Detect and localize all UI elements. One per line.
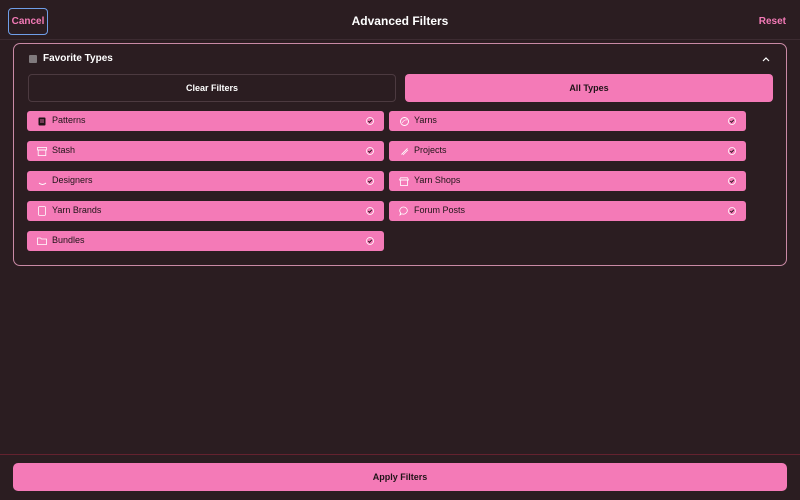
type-chip-yarn-shops[interactable]: Yarn Shops — [389, 171, 746, 191]
cancel-button[interactable]: Cancel — [8, 8, 48, 35]
page-title: Advanced Filters — [351, 14, 449, 28]
chip-label: Yarns — [414, 115, 437, 125]
shop-icon — [399, 176, 409, 186]
type-chip-yarn-brands[interactable]: Yarn Brands — [27, 201, 384, 221]
chevron-up-icon[interactable] — [760, 53, 772, 65]
type-chip-projects[interactable]: Projects — [389, 141, 746, 161]
check-icon — [366, 147, 374, 155]
chip-label: Projects — [414, 145, 447, 155]
stash-icon — [37, 146, 47, 156]
check-icon — [366, 117, 374, 125]
top-bar: Cancel Advanced Filters Reset — [0, 0, 800, 40]
panel-title: Favorite Types — [43, 53, 113, 64]
type-chip-forum-posts[interactable]: Forum Posts — [389, 201, 746, 221]
check-icon — [728, 117, 736, 125]
type-chip-bundles[interactable]: Bundles — [27, 231, 384, 251]
forum-icon — [399, 206, 409, 216]
type-chip-yarns[interactable]: Yarns — [389, 111, 746, 131]
yarn-icon — [399, 116, 409, 126]
type-chip-designers[interactable]: Designers — [27, 171, 384, 191]
check-icon — [366, 177, 374, 185]
chip-label: Yarn Brands — [52, 205, 102, 215]
type-chip-patterns[interactable]: Patterns — [27, 111, 384, 131]
check-icon — [728, 177, 736, 185]
chip-label: Stash — [52, 145, 76, 155]
check-icon — [728, 207, 736, 215]
project-icon — [399, 146, 409, 156]
folder-icon — [37, 236, 47, 246]
check-icon — [728, 147, 736, 155]
clear-filters-button[interactable]: Clear Filters — [28, 74, 396, 102]
pattern-icon — [37, 116, 47, 126]
footer-divider — [0, 454, 800, 455]
square-icon — [29, 55, 37, 63]
check-icon — [366, 207, 374, 215]
check-icon — [366, 237, 374, 245]
chip-label: Yarn Shops — [414, 175, 461, 185]
chip-label: Designers — [52, 175, 93, 185]
designer-icon — [37, 176, 47, 186]
chip-label: Bundles — [52, 235, 85, 245]
reset-button[interactable]: Reset — [759, 13, 786, 29]
brand-icon — [37, 206, 47, 216]
type-chip-stash[interactable]: Stash — [27, 141, 384, 161]
panel-header[interactable]: Favorite Types — [14, 44, 786, 74]
all-types-button[interactable]: All Types — [405, 74, 773, 102]
apply-filters-button[interactable]: Apply Filters — [13, 463, 787, 491]
chip-label: Patterns — [52, 115, 86, 125]
chip-label: Forum Posts — [414, 205, 466, 215]
favorite-types-panel: Favorite Types Clear Filters All Types P… — [13, 43, 787, 266]
